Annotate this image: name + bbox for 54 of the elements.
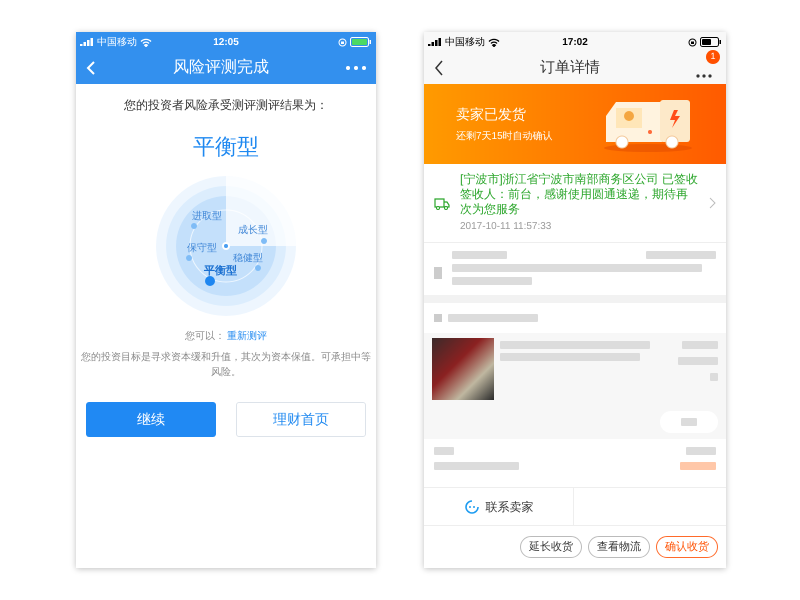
secondary-button[interactable]: 理财首页 [236,402,366,437]
chevron-right-icon[interactable] [709,197,716,209]
retest-link[interactable]: 重新测评 [227,329,267,344]
blurred-icon [434,314,442,322]
banner-subtitle: 还剩7天15时自动确认 [456,130,553,144]
nav-title: 订单详情 [540,58,600,78]
radar-label: 平衡型 [204,265,237,277]
logistics-status: 签收人：前台，感谢使用圆通速递，期待再次为您服务 [460,187,689,217]
blurred-text [434,447,454,455]
radar-label: 成长型 [238,225,268,236]
orientation-lock-icon [338,38,347,46]
orientation-lock-icon [688,38,697,46]
status-time: 17:02 [562,36,588,50]
wifi-icon [488,38,500,46]
notification-badge: 1 [706,50,720,64]
back-icon[interactable] [434,60,444,76]
blurred-text [680,462,716,470]
blurred-text [646,251,716,259]
order-action-button[interactable]: 确认收货 [656,536,718,558]
radar-center-dot [222,242,230,250]
blurred-icon [434,267,442,279]
blurred-text [682,341,718,349]
status-time: 12:05 [213,36,239,50]
chat-face-icon[interactable] [464,498,480,514]
nav-title: 风险评测完成 [173,58,269,78]
signal-icon [428,38,442,46]
retest-prompt: 您可以： [185,330,225,344]
contact-seller-link[interactable]: 联系卖家 [486,498,534,516]
order-action-button[interactable]: 延长收货 [520,536,582,558]
radar-label: 进取型 [192,211,222,222]
result-description: 您的投资目标是寻求资本缓和升值，其次为资本保值。可承担中等风险。 [80,350,372,380]
radar-label: 保守型 [187,243,217,254]
continue-button[interactable]: 继续 [86,402,216,437]
banner-title: 卖家已发货 [456,105,527,124]
battery-icon [350,37,372,47]
truck-icon [434,196,450,210]
carrier-name: 中国移动 [97,36,137,50]
blurred-text [710,373,718,381]
product-photo-placeholder [432,338,494,400]
order-action-button[interactable]: 查看物流 [588,536,650,558]
blurred-text [681,418,697,426]
result-type: 平衡型 [193,133,259,161]
logistics-status: [宁波市]浙江省宁波市南部商务区公司 已签收 [460,172,699,187]
blurred-text [452,251,507,259]
battery-icon [700,37,722,47]
carrier-name: 中国移动 [445,36,485,50]
blurred-text [686,447,716,455]
wifi-icon [140,38,152,46]
signal-icon [80,38,94,46]
blurred-text [678,357,718,365]
logistics-time: 2017-10-11 11:57:33 [460,220,552,234]
radar-label: 稳健型 [233,253,263,264]
result-intro: 您的投资者风险承受测评测评结果为： [124,97,328,114]
more-icon[interactable] [696,74,712,78]
